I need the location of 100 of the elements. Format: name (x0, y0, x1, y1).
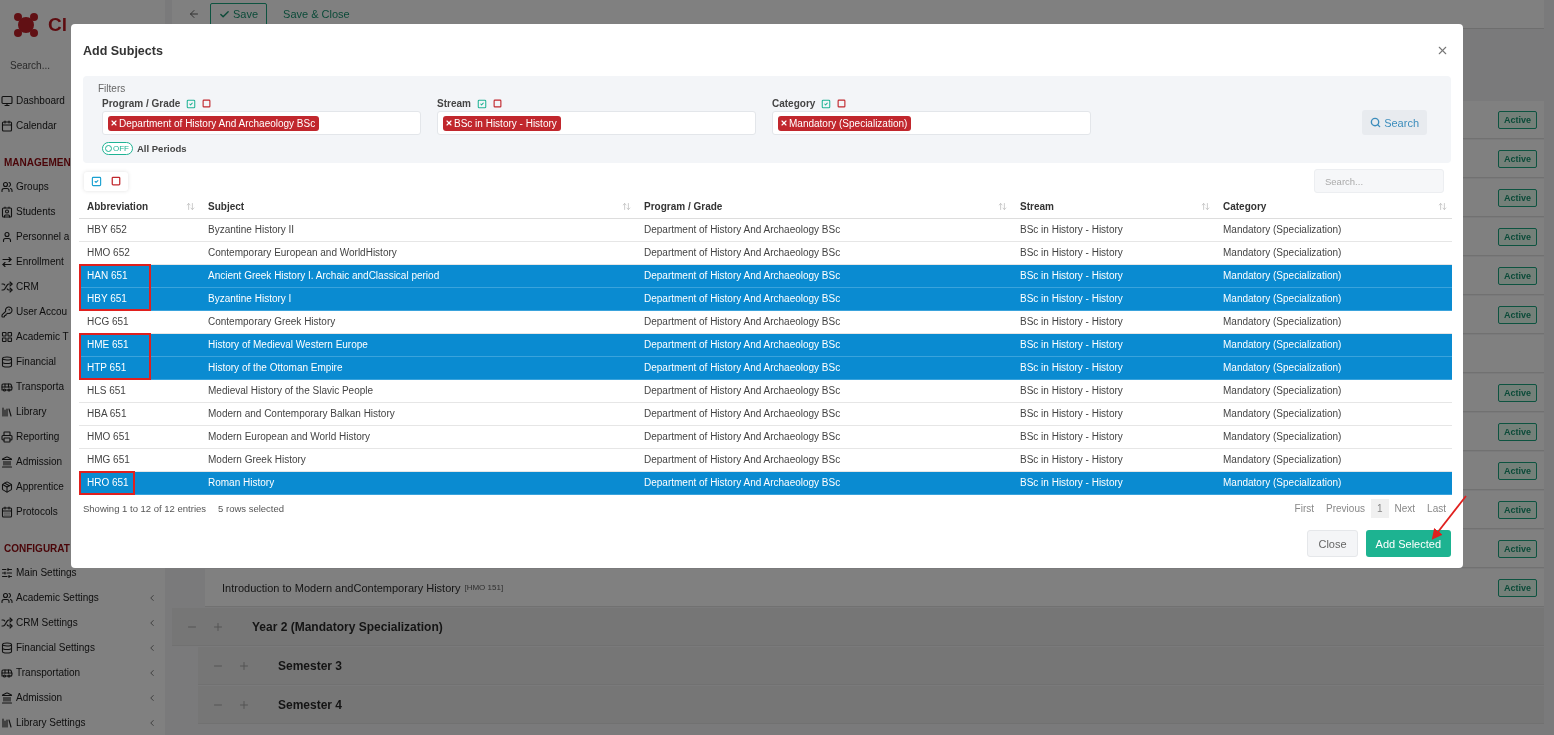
table-cell: Mandatory (Specialization) (1215, 287, 1452, 310)
sidebar-item[interactable]: Library (16, 406, 47, 418)
expand-icon[interactable] (238, 659, 250, 672)
deselect-all-button[interactable] (111, 175, 121, 187)
page-link[interactable]: Previous (1320, 498, 1371, 518)
table-cell: HBY 651 (79, 287, 200, 310)
expand-icon[interactable] (212, 620, 224, 633)
table-cell: Department of History And Archaeology BSc (636, 333, 1012, 356)
sidebar-item[interactable]: Transportation (16, 667, 81, 679)
select-all-icon[interactable] (821, 98, 832, 109)
column-header[interactable]: Abbreviation (79, 195, 200, 218)
page-link[interactable]: 1 (1370, 498, 1389, 518)
select-all-icon[interactable] (186, 98, 197, 109)
sidebar-item[interactable]: Main Settings (16, 567, 77, 579)
sidebar-item[interactable]: Academic Settings (16, 592, 99, 604)
select-all-button[interactable] (91, 175, 102, 187)
sidebar-item[interactable]: Library Settings (16, 717, 86, 729)
subject-title: Introduction to Modern andContemporary History (222, 581, 461, 594)
section-title: CONFIGURAT (3, 542, 70, 557)
sidebar-item[interactable]: Academic T (16, 331, 69, 343)
remove-icon[interactable] (110, 119, 118, 127)
filter-field[interactable]: Mandatory (Specialization) (772, 111, 1091, 135)
sidebar-item[interactable]: Protocols (16, 506, 58, 518)
clear-all-icon[interactable] (492, 99, 502, 108)
table-cell: Ancient Greek History I. Archaic andClassical period (200, 264, 636, 287)
toggle-switch[interactable]: OFF (102, 142, 133, 155)
sidebar-item[interactable]: Transporta (16, 381, 64, 393)
table-cell: Modern Greek History (200, 448, 636, 471)
sidebar-item[interactable]: Personnel a (16, 231, 70, 243)
table-cell: Department of History And Archaeology BSc (636, 402, 1012, 425)
status-badge: Active (1498, 266, 1537, 285)
bank-icon (1, 691, 13, 704)
sidebar-item[interactable]: Dashboard (16, 95, 65, 107)
table-row[interactable]: HBY 652 Byzantine History II Department of History And Archaeology BSc BSc in History - History Mandatory (Specialization) (79, 218, 1452, 241)
filter-chip[interactable]: BSc in History - History (443, 115, 561, 131)
column-header[interactable]: Category (1215, 195, 1452, 218)
close-button[interactable] (1436, 44, 1449, 57)
table-cell: BSc in History - History (1012, 379, 1215, 402)
table-cell: HBY 652 (79, 218, 200, 241)
sidebar-item[interactable]: Reporting (16, 431, 60, 443)
sidebar-item[interactable]: Financial Settings (16, 642, 95, 654)
column-header[interactable]: Program / Grade (636, 195, 1012, 218)
filter-label: Stream (437, 98, 471, 109)
column-header[interactable]: Stream (1012, 195, 1215, 218)
table-row[interactable]: HRO 651 Roman History Department of History And Archaeology BSc BSc in History - History Mandatory (Specialization) (79, 471, 1452, 494)
bank-icon (1, 455, 13, 468)
table-cell: BSc in History - History (1012, 310, 1215, 333)
page-link[interactable]: First (1288, 498, 1321, 518)
table-row[interactable]: HBY 651 Byzantine History I Department of History And Archaeology BSc BSc in History - History Mandatory (Specialization) (79, 287, 1452, 310)
table-row[interactable]: HMG 651 Modern Greek History Department of History And Archaeology BSc BSc in History - History Mandatory (Specialization) (79, 448, 1452, 471)
remove-icon[interactable] (445, 119, 453, 127)
sidebar-item[interactable]: Admission (16, 692, 63, 704)
search-icon (1370, 117, 1382, 128)
table-row[interactable]: HMO 652 Contemporary European and WorldHistory Department of History And Archaeology BSc BSc in History - History Mandatory (Specialization) (79, 241, 1452, 264)
sidebar-item[interactable]: Calendar (16, 120, 57, 132)
table-cell: Medieval History of the Slavic People (200, 379, 636, 402)
clear-all-icon[interactable] (202, 99, 212, 108)
section-title: MANAGEMEN (3, 156, 71, 171)
remove-icon[interactable] (780, 119, 788, 127)
table-cell: Mandatory (Specialization) (1215, 425, 1452, 448)
column-header[interactable]: Subject (200, 195, 636, 218)
search-button[interactable]: Search (1362, 110, 1427, 135)
table-row[interactable]: HLS 651 Medieval History of the Slavic People Department of History And Archaeology BSc BSc in History - History Mandatory (Specialization) (79, 379, 1452, 402)
save-button[interactable]: Save (210, 2, 268, 26)
table-row[interactable]: HBA 651 Modern and Contemporary Balkan History Department of History And Archaeology BSc BSc in History - History Mandatory (Specialization) (79, 402, 1452, 425)
search-field[interactable]: Search... (1314, 169, 1444, 193)
sidebar-item[interactable]: User Accou (16, 306, 68, 318)
sidebar-item[interactable]: Financial (16, 356, 57, 368)
filter-field[interactable]: BSc in History - History (437, 111, 756, 135)
table-cell: BSc in History - History (1012, 471, 1215, 494)
table-row[interactable]: HTP 651 History of the Ottoman Empire Department of History And Archaeology BSc BSc in History - History Mandatory (Specialization) (79, 356, 1452, 379)
page-link[interactable]: Last (1421, 498, 1452, 518)
table-cell: Mandatory (Specialization) (1215, 448, 1452, 471)
back-icon[interactable] (188, 8, 200, 20)
add-selected-button[interactable]: Add Selected (1365, 530, 1451, 557)
expand-icon[interactable] (238, 698, 250, 711)
sidebar-item[interactable]: Students (16, 206, 56, 218)
sidebar-item[interactable]: Apprentice (16, 481, 64, 493)
table-row[interactable]: HMO 651 Modern European and World History Department of History And Archaeology BSc BSc in History - History Mandatory (Specialization) (79, 425, 1452, 448)
sidebar-item[interactable]: Groups (16, 181, 49, 193)
filter-chip[interactable]: Department of History And Archaeology BSc (108, 115, 320, 131)
search-field[interactable]: Search... (8, 59, 157, 73)
books-icon (1, 405, 13, 418)
sidebar-item[interactable]: Enrollment (16, 256, 64, 268)
table-cell: Department of History And Archaeology BSc (636, 218, 1012, 241)
close-button[interactable]: Close (1307, 530, 1358, 557)
sort-icon (1201, 202, 1210, 211)
table-cell: BSc in History - History (1012, 425, 1215, 448)
sidebar-item[interactable]: CRM (16, 281, 39, 293)
table-cell: History of Medieval Western Europe (200, 333, 636, 356)
clear-all-icon[interactable] (837, 99, 847, 108)
sliders-icon (1, 566, 13, 579)
save-close-button[interactable]: Save & Close (277, 7, 356, 21)
sidebar-item[interactable]: Admission (16, 456, 63, 468)
select-all-icon[interactable] (476, 98, 487, 109)
filter-chip[interactable]: Mandatory (Specialization) (778, 115, 912, 131)
person-icon (1, 230, 13, 243)
filter-field[interactable]: Department of History And Archaeology BSc (102, 111, 421, 135)
sidebar-item[interactable]: CRM Settings (16, 617, 78, 629)
page-link[interactable]: Next (1388, 498, 1422, 518)
